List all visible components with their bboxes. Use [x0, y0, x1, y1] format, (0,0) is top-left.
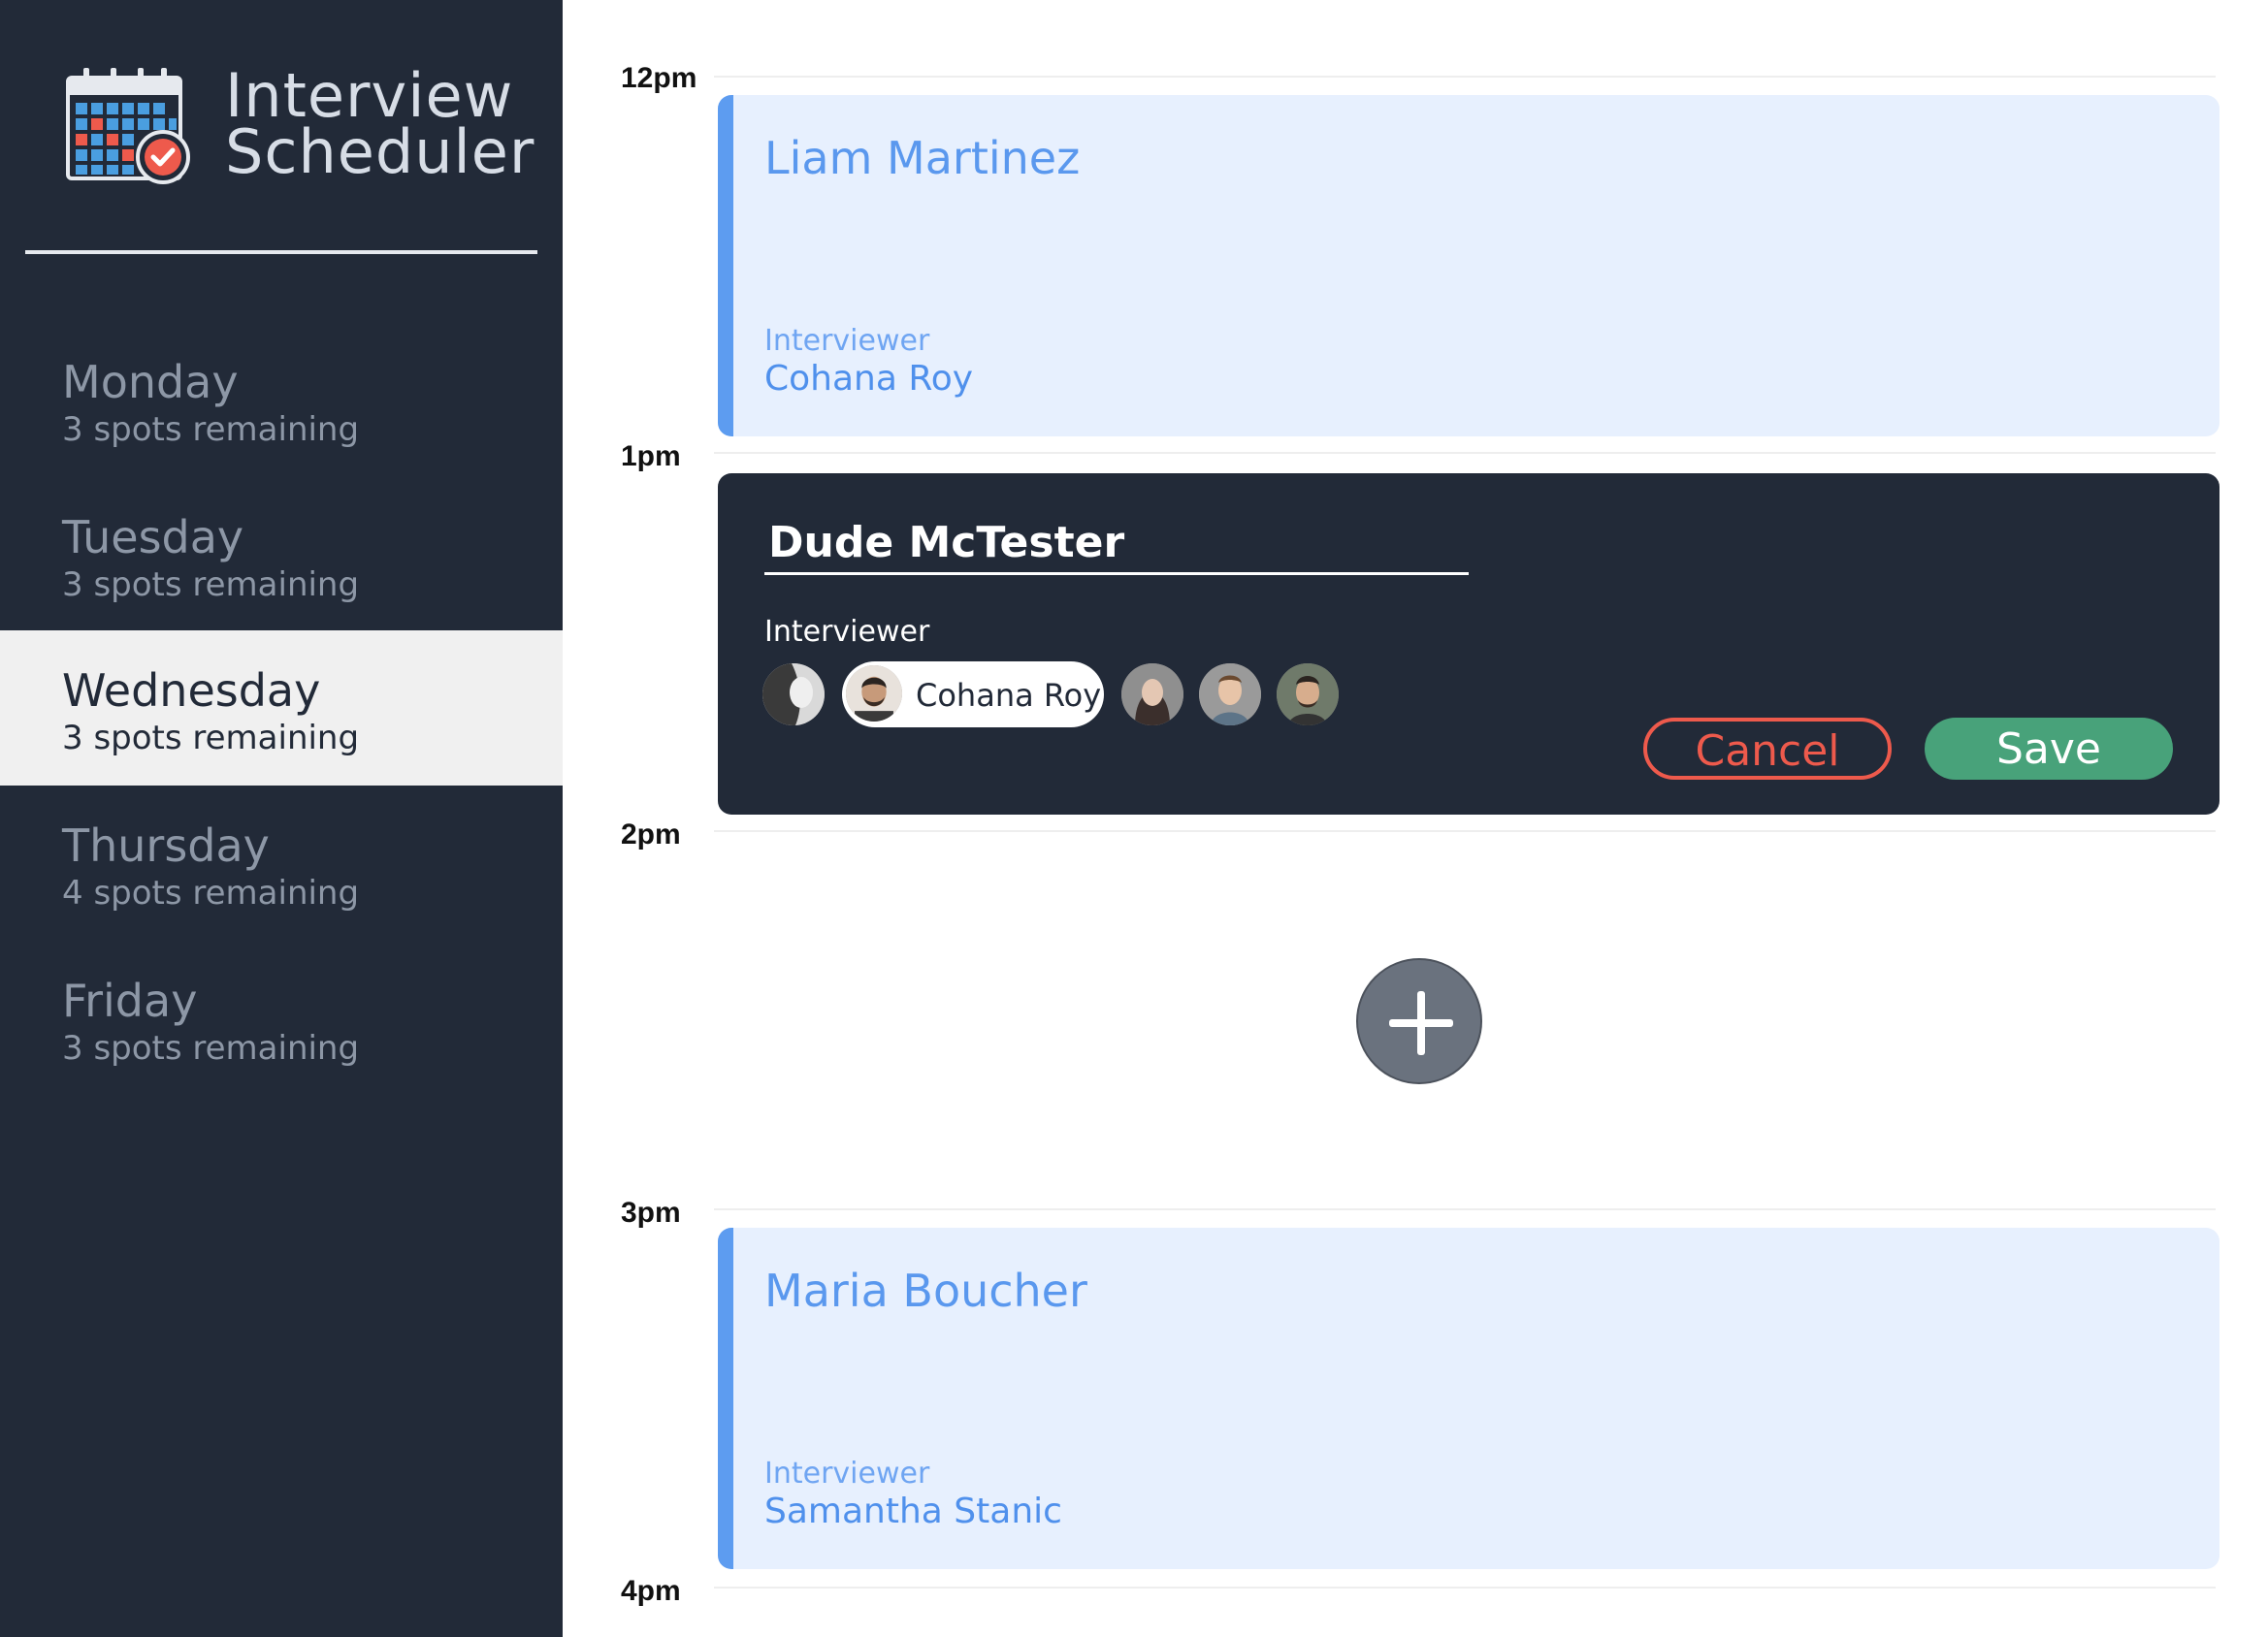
day-item-tuesday[interactable]: Tuesday 3 spots remaining	[0, 477, 563, 632]
day-spots: 3 spots remaining	[62, 565, 360, 604]
hour-label-1pm: 1pm	[621, 440, 681, 472]
interviewer-chip-selected[interactable]: Cohana Roy	[842, 661, 1104, 727]
sidebar-divider	[25, 250, 537, 254]
day-item-friday[interactable]: Friday 3 spots remaining	[0, 941, 563, 1096]
day-spots: 3 spots remaining	[62, 1029, 360, 1068]
appointment-form: Interviewer Cohana Roy Cancel Save	[718, 473, 2219, 815]
add-appointment-button[interactable]	[1356, 958, 1482, 1084]
hour-label-4pm: 4pm	[621, 1575, 681, 1607]
day-spots: 3 spots remaining	[62, 410, 360, 449]
day-name: Monday	[62, 356, 239, 408]
day-name: Tuesday	[62, 511, 244, 563]
calendar-check-icon	[64, 64, 192, 186]
appointment-accent-bar	[718, 95, 733, 436]
appointment-accent-bar	[718, 1228, 733, 1569]
cancel-button[interactable]: Cancel	[1643, 718, 1892, 780]
hour-label-3pm: 3pm	[621, 1197, 681, 1229]
interviewer-name: Cohana Roy	[764, 359, 974, 399]
day-name: Thursday	[62, 819, 270, 872]
student-name: Maria Boucher	[764, 1265, 1087, 1317]
hour-divider	[714, 1208, 2216, 1210]
interviewer-chip-name: Cohana Roy	[916, 677, 1102, 714]
day-spots: 3 spots remaining	[62, 719, 360, 757]
day-item-monday[interactable]: Monday 3 spots remaining	[0, 322, 563, 477]
app-title: Interview Scheduler	[225, 66, 535, 187]
appointment-card[interactable]: Maria Boucher Interviewer Samantha Stani…	[718, 1228, 2219, 1569]
day-item-thursday[interactable]: Thursday 4 spots remaining	[0, 786, 563, 941]
interviewer-avatar[interactable]	[1121, 663, 1183, 725]
hour-divider	[714, 830, 2216, 832]
interviewer-avatar	[846, 665, 902, 722]
interviewer-avatar[interactable]	[1199, 663, 1261, 725]
day-name: Friday	[62, 975, 198, 1027]
student-name: Liam Martinez	[764, 132, 1081, 184]
app-title-line2: Scheduler	[225, 116, 535, 187]
save-button[interactable]: Save	[1925, 718, 2173, 780]
interviewer-avatar[interactable]	[762, 663, 825, 725]
sidebar: Interview Scheduler Monday 3 spots remai…	[0, 0, 563, 1637]
hour-divider	[714, 76, 2216, 78]
hour-divider	[714, 452, 2216, 454]
day-item-wednesday[interactable]: Wednesday 3 spots remaining	[0, 630, 563, 786]
interviewer-label: Interviewer	[764, 1457, 930, 1491]
interviewer-label: Interviewer	[764, 324, 930, 358]
interviewer-avatar[interactable]	[1277, 663, 1339, 725]
day-name: Wednesday	[62, 664, 321, 717]
interviewer-label: Interviewer	[764, 615, 930, 649]
interviewer-name: Samantha Stanic	[764, 1492, 1062, 1531]
day-spots: 4 spots remaining	[62, 874, 360, 913]
hour-label-12pm: 12pm	[621, 62, 697, 94]
hour-label-2pm: 2pm	[621, 818, 681, 851]
student-name-input[interactable]	[764, 512, 1469, 575]
appointment-card[interactable]: Liam Martinez Interviewer Cohana Roy	[718, 95, 2219, 436]
plus-icon	[1389, 991, 1453, 1055]
hour-divider	[714, 1587, 2216, 1589]
